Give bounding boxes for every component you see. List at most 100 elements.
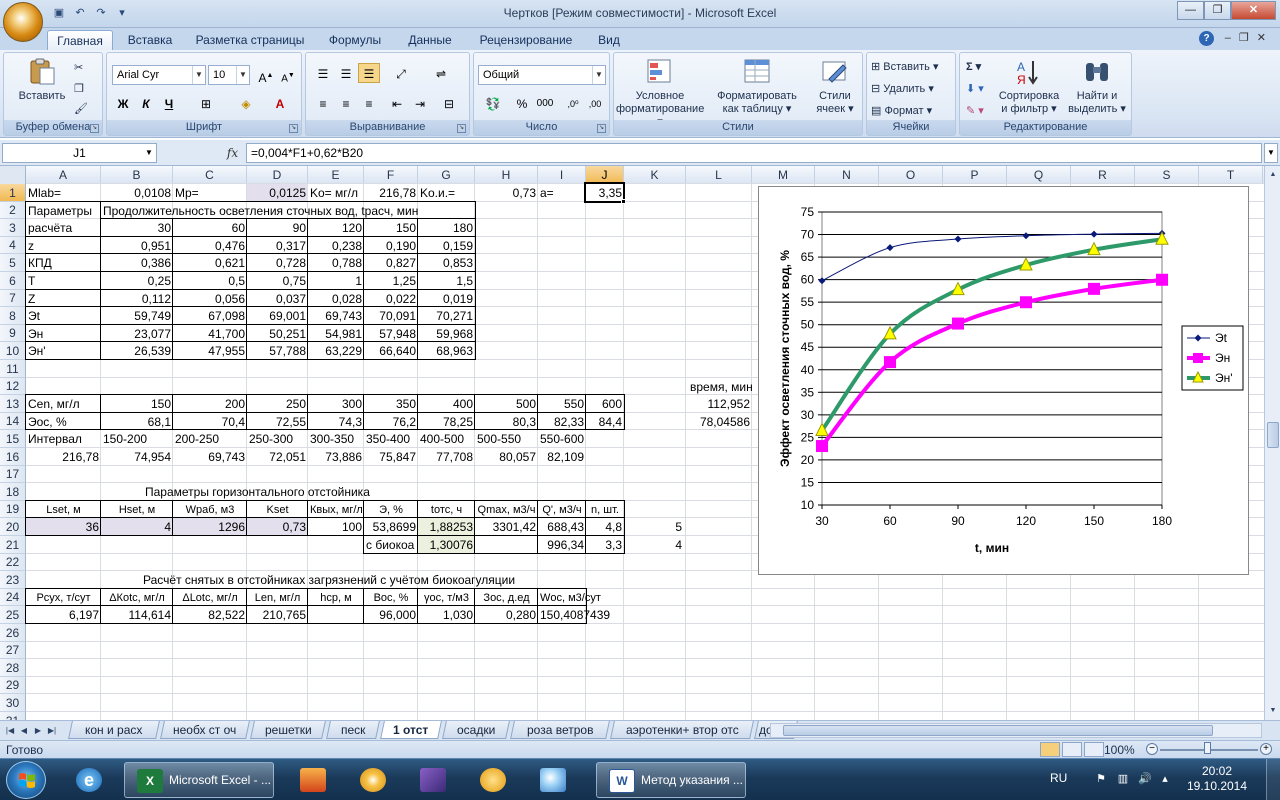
maximize-button[interactable]: ❐	[1204, 1, 1231, 20]
cell-f16[interactable]: 75,847	[364, 449, 418, 465]
network-icon[interactable]: ▥	[1116, 772, 1130, 786]
cell-a4[interactable]: z	[26, 238, 101, 254]
tab-review[interactable]: Рецензирование	[470, 30, 582, 50]
expand-formula-icon[interactable]: ▼	[1264, 143, 1278, 163]
horizontal-scrollbar[interactable]	[770, 723, 1262, 738]
cell-b25[interactable]: 114,614	[101, 607, 173, 623]
row-header-7[interactable]: 7	[0, 290, 26, 307]
shrink-font-icon[interactable]: A▼	[277, 65, 299, 85]
align-left-icon[interactable]: ≡	[312, 93, 334, 113]
sheet-tab[interactable]: роза ветров	[510, 721, 610, 739]
prev-sheet-icon[interactable]: ◀	[18, 724, 30, 738]
cell-f10[interactable]: 66,640	[364, 343, 418, 359]
row-header-24[interactable]: 24	[0, 589, 26, 606]
cell-f20[interactable]: 53,8699	[364, 519, 418, 535]
cell-b18[interactable]: Параметры горизонтального отстойника	[143, 484, 403, 500]
cell-d14[interactable]: 72,55	[247, 414, 308, 430]
row-header-9[interactable]: 9	[0, 325, 26, 342]
cell-j21[interactable]: 3,3	[586, 537, 624, 553]
fill-color-icon[interactable]: ◈	[235, 93, 257, 113]
cell-c1[interactable]: Mp=	[173, 185, 247, 201]
cell-b13[interactable]: 150	[101, 396, 173, 412]
sheet-tab[interactable]: осадки	[442, 721, 510, 739]
zoom-knob[interactable]	[1204, 742, 1211, 754]
cell-e9[interactable]: 54,981	[308, 326, 364, 342]
column-header-e[interactable]: E	[308, 166, 364, 184]
cell-e15[interactable]: 300-350	[308, 431, 364, 447]
row-header-30[interactable]: 30	[0, 694, 26, 712]
cell-a15[interactable]: Интервал	[26, 431, 101, 447]
tab-view[interactable]: Вид	[592, 30, 626, 50]
cell-g6[interactable]: 1,5	[418, 273, 475, 289]
column-header-r[interactable]: R	[1071, 166, 1135, 184]
column-header-s[interactable]: S	[1135, 166, 1199, 184]
row-header-10[interactable]: 10	[0, 342, 26, 360]
delete-cells-button[interactable]: ⊟ Удалить ▾	[871, 80, 934, 98]
cell-d4[interactable]: 0,317	[247, 238, 308, 254]
cell-g13[interactable]: 400	[418, 396, 475, 412]
app-taskbar-icon[interactable]	[288, 762, 340, 798]
cell-e1[interactable]: Ko= мг/л	[308, 185, 364, 201]
cell-b1[interactable]: 0,0108	[101, 185, 173, 201]
cell-g8[interactable]: 70,271	[418, 308, 475, 324]
cell-i19[interactable]: Q', м3/ч	[538, 502, 586, 518]
italic-button[interactable]: К	[135, 93, 157, 113]
dialog-launcher-icon[interactable]: ↘	[289, 124, 298, 133]
cell-i14[interactable]: 82,33	[538, 414, 586, 430]
dialog-launcher-icon[interactable]: ↘	[457, 124, 466, 133]
zoom-slider[interactable]: − +	[1146, 742, 1272, 755]
cell-b4[interactable]: 0,951	[101, 238, 173, 254]
scroll-down-icon[interactable]: ▼	[1266, 704, 1280, 718]
page-layout-view-icon[interactable]	[1062, 742, 1082, 757]
cell-e6[interactable]: 1	[308, 273, 364, 289]
cell-i25[interactable]: 150,4087439	[538, 607, 610, 623]
align-bottom-icon[interactable]: ☰	[358, 63, 380, 83]
ie-taskbar-icon[interactable]: e	[64, 762, 116, 798]
increase-decimal-icon[interactable]: ,0⁰	[562, 93, 584, 113]
grow-font-icon[interactable]: A▲	[255, 65, 277, 85]
column-header-i[interactable]: I	[538, 166, 586, 184]
vs-taskbar-icon[interactable]	[408, 762, 460, 798]
cell-l12[interactable]: время, мин	[688, 379, 754, 395]
cell-c3[interactable]: 60	[173, 220, 247, 236]
format-as-table-button[interactable]: Форматировать как таблицу ▾	[712, 57, 802, 116]
row-header-5[interactable]: 5	[0, 254, 26, 272]
column-header-g[interactable]: G	[418, 166, 475, 184]
cell-g5[interactable]: 0,853	[418, 255, 475, 271]
cell-c4[interactable]: 0,476	[173, 238, 247, 254]
cell-e4[interactable]: 0,238	[308, 238, 364, 254]
cell-j20[interactable]: 4,8	[586, 519, 624, 535]
cell-a13[interactable]: Сеn, мг/л	[26, 396, 101, 412]
row-header-1[interactable]: 1	[0, 184, 26, 202]
cell-f15[interactable]: 350-400	[364, 431, 418, 447]
cell-a19[interactable]: Lset, м	[26, 502, 101, 518]
close-button[interactable]: ✕	[1231, 1, 1276, 20]
font-color-icon[interactable]: A	[269, 93, 291, 113]
font-family-select[interactable]: Arial Cyr ▼	[112, 65, 206, 85]
cell-b15[interactable]: 150-200	[101, 431, 173, 447]
paint-taskbar-icon[interactable]	[528, 762, 580, 798]
cell-a5[interactable]: КПД	[26, 255, 101, 271]
sheet-tab[interactable]: 1 отст	[380, 721, 442, 739]
dialog-launcher-icon[interactable]: ↘	[597, 124, 606, 133]
sort-filter-button[interactable]: АЯ Сортировка и фильтр ▾	[996, 57, 1062, 116]
cell-a8[interactable]: Эt	[26, 308, 101, 324]
cell-i1[interactable]: a=	[538, 185, 586, 201]
cell-b9[interactable]: 23,077	[101, 326, 173, 342]
cell-e13[interactable]: 300	[308, 396, 364, 412]
cell-c25[interactable]: 82,522	[173, 607, 247, 623]
cell-styles-button[interactable]: Стили ячеек ▾	[810, 57, 860, 116]
cell-f4[interactable]: 0,190	[364, 238, 418, 254]
row-header-20[interactable]: 20	[0, 518, 26, 536]
fill-icon[interactable]: ⬇ ▾	[966, 80, 984, 98]
cell-c8[interactable]: 67,098	[173, 308, 247, 324]
cell-c9[interactable]: 41,700	[173, 326, 247, 342]
cell-g14[interactable]: 78,25	[418, 414, 475, 430]
cell-g25[interactable]: 1,030	[418, 607, 475, 623]
cell-c16[interactable]: 69,743	[173, 449, 247, 465]
cell-d3[interactable]: 90	[247, 220, 308, 236]
underline-button[interactable]: Ч	[158, 93, 180, 113]
flag-icon[interactable]: ⚑	[1094, 772, 1108, 786]
cell-h14[interactable]: 80,3	[475, 414, 538, 430]
show-desktop-button[interactable]	[1266, 759, 1280, 800]
